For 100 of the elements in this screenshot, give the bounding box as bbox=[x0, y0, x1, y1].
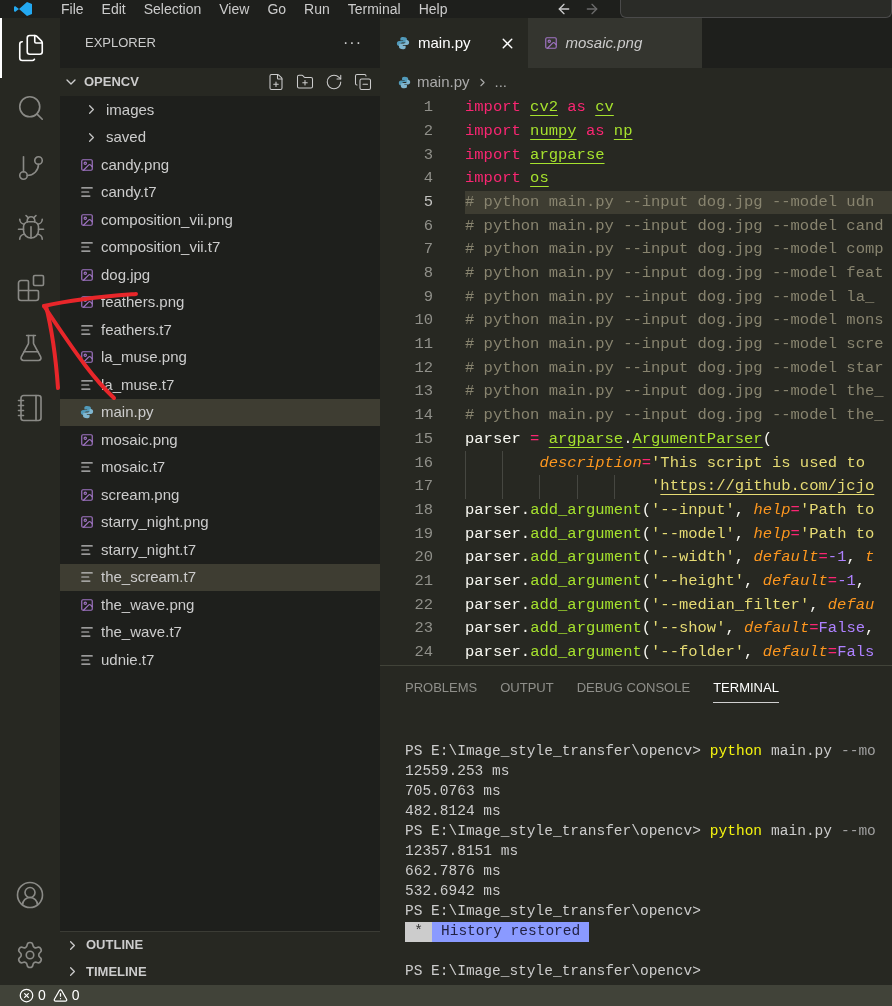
lines-icon bbox=[80, 652, 94, 667]
menu-item[interactable]: View bbox=[210, 0, 259, 18]
breadcrumb-item[interactable]: main.py bbox=[417, 70, 470, 94]
terminal-text: PS E:\Image_style_transfer\opencv> bbox=[405, 902, 701, 922]
explorer-row[interactable]: scream.png bbox=[60, 481, 380, 509]
line-number: 16 bbox=[413, 452, 433, 474]
explorer-row[interactable]: images bbox=[60, 96, 380, 124]
warning-count[interactable]: 0 bbox=[71, 985, 80, 1006]
line-number: 4 bbox=[422, 168, 433, 190]
explorer-row[interactable]: candy.png bbox=[60, 151, 380, 179]
new-file-icon[interactable] bbox=[267, 73, 285, 91]
line-number: 10 bbox=[413, 310, 433, 332]
error-icon[interactable] bbox=[19, 988, 34, 1003]
settings-icon[interactable] bbox=[15, 940, 45, 970]
code-line: import argparse bbox=[465, 144, 606, 166]
new-folder-icon[interactable] bbox=[296, 73, 314, 91]
branch-icon bbox=[16, 153, 46, 183]
code-line: parser.add_argument('--show', default=False, bbox=[465, 618, 876, 640]
terminal-prompt: PS E:\Image_style_transfer\opencv> bbox=[405, 742, 701, 762]
line-number: 19 bbox=[413, 523, 433, 545]
python-icon bbox=[396, 36, 410, 50]
history-marker: * bbox=[405, 922, 432, 942]
terminal-text: 532.6942 ms bbox=[405, 882, 501, 902]
explorer-row[interactable]: mosaic.t7 bbox=[60, 453, 380, 481]
blocks-icon bbox=[16, 273, 46, 303]
refresh-icon[interactable] bbox=[325, 73, 343, 91]
terminal-command: python bbox=[709, 742, 763, 762]
menu-item[interactable]: Run bbox=[295, 0, 339, 18]
terminal-text: 662.7876 ms bbox=[405, 862, 501, 882]
breadcrumb-item[interactable]: ... bbox=[494, 70, 508, 94]
editor-tab[interactable]: main.py bbox=[380, 18, 528, 68]
terminal-text: 482.8124 ms bbox=[405, 802, 501, 822]
panel-tab[interactable]: TERMINAL bbox=[713, 672, 779, 704]
line-number: 17 bbox=[413, 476, 433, 498]
menu-item[interactable]: Go bbox=[258, 0, 296, 18]
line-number: 12 bbox=[413, 357, 433, 379]
explorer-row[interactable]: composition_vii.t7 bbox=[60, 233, 380, 261]
menu-item[interactable]: File bbox=[52, 0, 93, 18]
python-icon bbox=[80, 405, 94, 420]
lines-icon bbox=[80, 460, 94, 475]
editor-tab[interactable]: mosaic.png bbox=[527, 18, 703, 68]
account-icon[interactable] bbox=[15, 880, 45, 910]
code-line: # python main.py --input dog.jpg --model mons bbox=[465, 310, 885, 332]
line-number: 9 bbox=[422, 286, 433, 308]
panel-tab[interactable]: PROBLEMS bbox=[405, 672, 478, 704]
line-number: 7 bbox=[422, 239, 433, 261]
line-number: 21 bbox=[413, 570, 433, 592]
explorer-row[interactable]: starry_night.png bbox=[60, 508, 380, 536]
panel-tab[interactable]: OUTPUT bbox=[500, 672, 554, 704]
explorer-row[interactable]: candy.t7 bbox=[60, 178, 380, 206]
explorer-row[interactable]: dog.jpg bbox=[60, 261, 380, 289]
code-line: 'https://github.com/jcjo bbox=[465, 475, 892, 499]
explorer-row[interactable]: the_wave.png bbox=[60, 591, 380, 619]
code-line: parser.add_argument('--folder', default=Fals bbox=[465, 642, 876, 664]
menu-item[interactable]: Selection bbox=[134, 0, 211, 18]
code-line: import os bbox=[465, 168, 550, 190]
section-header[interactable]: TIMELINE bbox=[60, 958, 380, 985]
line-number: 18 bbox=[413, 499, 433, 521]
bug-icon bbox=[16, 213, 46, 243]
explorer-row[interactable]: mosaic.png bbox=[60, 426, 380, 454]
code-line: parser = argparse.ArgumentParser( bbox=[465, 428, 773, 450]
explorer-row[interactable]: the_wave.t7 bbox=[60, 618, 380, 646]
terminal-text: main.py bbox=[771, 822, 832, 842]
terminal-prompt: PS E:\Image_style_transfer\opencv> bbox=[405, 822, 701, 842]
terminal-text: --mo bbox=[841, 822, 876, 842]
image-icon bbox=[80, 487, 94, 502]
code-line: # python main.py --input dog.jpg --model the_ bbox=[465, 405, 885, 427]
explorer-row[interactable]: saved bbox=[60, 123, 380, 151]
search-icon bbox=[16, 93, 46, 123]
line-number: 15 bbox=[413, 428, 433, 450]
section-header[interactable]: OUTLINE bbox=[60, 931, 380, 958]
line-number: 6 bbox=[422, 215, 433, 237]
terminal-text: 12357.8151 ms bbox=[405, 842, 519, 862]
menu-item[interactable]: Help bbox=[409, 0, 457, 18]
error-count[interactable]: 0 bbox=[38, 985, 46, 1006]
explorer-row[interactable]: main.py bbox=[60, 398, 380, 426]
folder-header[interactable]: OPENCV bbox=[60, 68, 380, 96]
terminal-text: 705.0763 ms bbox=[405, 782, 501, 802]
line-number: 14 bbox=[413, 405, 433, 427]
explorer-row[interactable]: la_muse.png bbox=[60, 343, 380, 371]
more-actions[interactable]: ··· bbox=[343, 31, 362, 55]
image-icon bbox=[80, 350, 94, 365]
explorer-row[interactable]: feathers.png bbox=[60, 288, 380, 316]
image-icon bbox=[80, 267, 94, 282]
collapse-icon[interactable] bbox=[354, 73, 372, 91]
menu-item[interactable]: Edit bbox=[92, 0, 135, 18]
explorer-row[interactable]: composition_vii.png bbox=[60, 206, 380, 234]
code-line: # python main.py --input dog.jpg --model star bbox=[465, 357, 885, 379]
panel-tab[interactable]: DEBUG CONSOLE bbox=[576, 672, 691, 704]
code-line: parser.add_argument('--input', help='Path to bbox=[465, 499, 876, 521]
explorer-row[interactable]: la_muse.t7 bbox=[60, 371, 380, 399]
explorer-row[interactable]: the_scream.t7 bbox=[60, 563, 380, 591]
python-icon bbox=[398, 75, 411, 89]
menu-item[interactable]: Terminal bbox=[338, 0, 410, 18]
explorer-row[interactable]: feathers.t7 bbox=[60, 316, 380, 344]
explorer-row[interactable]: starry_night.t7 bbox=[60, 536, 380, 564]
lines-icon bbox=[80, 322, 94, 337]
terminal-text: PS E:\Image_style_transfer\opencv> bbox=[405, 962, 701, 982]
explorer-row[interactable]: udnie.t7 bbox=[60, 646, 380, 674]
warning-icon[interactable] bbox=[52, 988, 68, 1003]
